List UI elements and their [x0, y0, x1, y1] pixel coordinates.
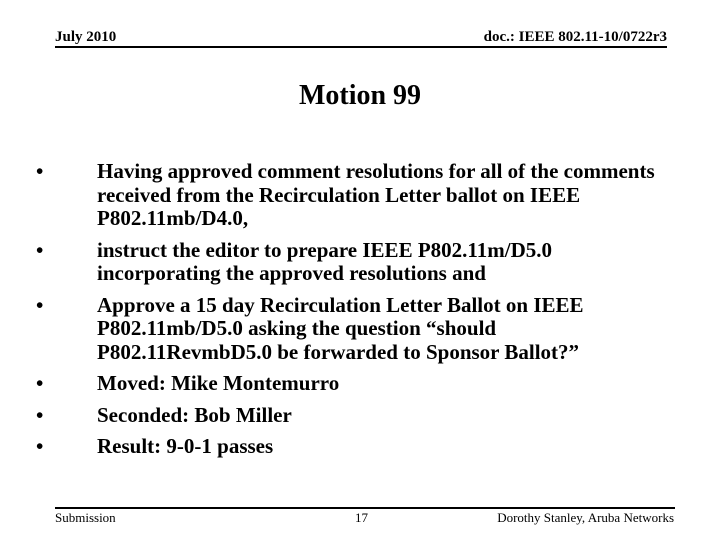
bullet-dot-icon: •	[36, 292, 44, 317]
bullet-item: • Seconded: Bob Miller	[36, 402, 676, 428]
bullet-text: Approve a 15 day Recirculation Letter Ba…	[97, 292, 584, 364]
footer-submission: Submission	[55, 510, 116, 525]
bullet-text: Seconded: Bob Miller	[97, 402, 292, 427]
bullet-dot-icon: •	[36, 159, 44, 183]
bullet-item: • Approve a 15 day Recirculation Letter B…	[36, 292, 676, 365]
bullet-item: • Having approved comment resolutions for…	[36, 159, 676, 231]
bullet-list: • Having approved comment resolutions for…	[36, 159, 676, 467]
header-date: July 2010	[55, 29, 117, 45]
bullet-text: Result: 9-0-1 passes	[97, 434, 274, 458]
bullet-text: Having approved comment resolutions for …	[97, 159, 655, 230]
slide-title: Motion 99	[298, 80, 422, 111]
bullet-item: • Result: 9-0-1 passes	[36, 434, 676, 459]
footer-rule	[55, 507, 675, 509]
footer-page-number: 17	[355, 510, 368, 525]
bullet-dot-icon: •	[36, 371, 44, 395]
bullet-dot-icon: •	[36, 237, 44, 262]
footer-author: Dorothy Stanley, Aruba Networks	[497, 510, 674, 525]
bullet-text: Moved: Mike Montemurro	[97, 371, 340, 395]
header-rule	[55, 46, 667, 48]
bullet-text: instruct the editor to prepare IEEE P802…	[97, 237, 552, 285]
bullet-item: • Moved: Mike Montemurro	[36, 371, 676, 396]
header-doc-id: doc.: IEEE 802.11-10/0722r3	[483, 29, 667, 45]
bullet-dot-icon: •	[36, 402, 44, 427]
bullet-item: • instruct the editor to prepare IEEE P80…	[36, 237, 676, 286]
bullet-dot-icon: •	[36, 434, 44, 458]
